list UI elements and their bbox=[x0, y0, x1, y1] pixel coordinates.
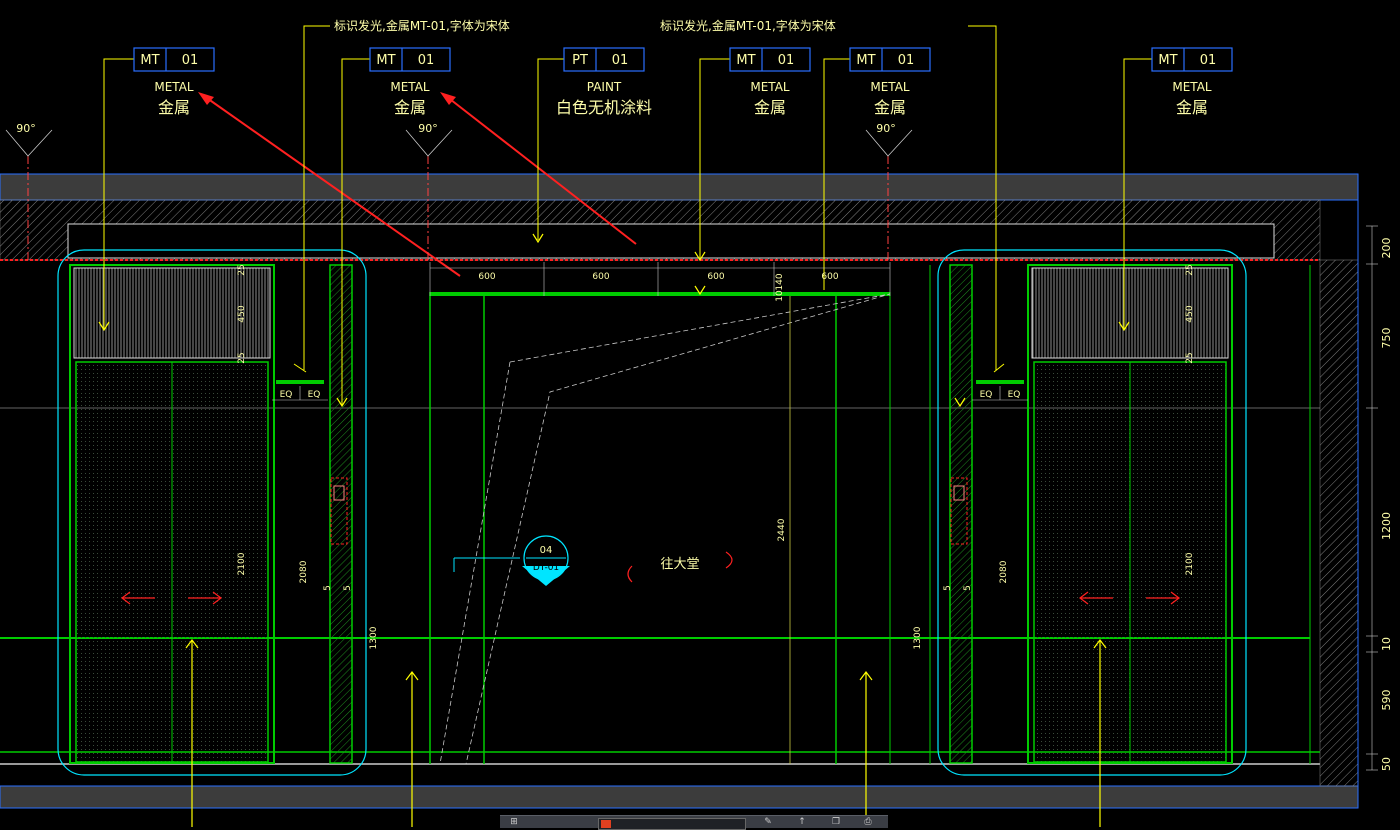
tag-en: METAL bbox=[390, 80, 430, 94]
tag-en: METAL bbox=[870, 80, 910, 94]
angle-label: 90° bbox=[16, 122, 36, 135]
dim-600: 600 bbox=[478, 272, 495, 282]
tag-en: METAL bbox=[154, 80, 194, 94]
angle-label: 90° bbox=[418, 122, 438, 135]
dim-5: 5 bbox=[343, 585, 353, 591]
dim-2100: 2100 bbox=[237, 552, 247, 575]
command-toolbar[interactable]: ⊞ ✎ ↑ ❐ ⎙ bbox=[500, 815, 888, 830]
eq-label: EQ bbox=[308, 390, 321, 400]
dim-450: 450 bbox=[1185, 305, 1195, 322]
note-right: 标识发光,金属MT-01,字体为宋体 bbox=[660, 18, 836, 33]
ceiling-band bbox=[0, 173, 1359, 201]
tag-cn: 金属 bbox=[754, 98, 786, 117]
dim-600: 600 bbox=[707, 272, 724, 282]
door-tag-bottom: DT-01 bbox=[533, 563, 559, 573]
tag-code: MT bbox=[376, 53, 395, 68]
signage-bar bbox=[276, 380, 324, 384]
ladder-dim: 590 bbox=[1380, 690, 1393, 711]
door-swing-dashed bbox=[465, 293, 891, 765]
print-icon[interactable]: ⎙ bbox=[862, 817, 874, 827]
tag-cn: 金属 bbox=[874, 98, 906, 117]
tag-code: MT bbox=[856, 53, 875, 68]
signage-bar bbox=[976, 380, 1024, 384]
tag-code: PT bbox=[572, 53, 588, 68]
tag-num: 01 bbox=[418, 53, 435, 68]
jamb-panel bbox=[949, 264, 973, 764]
dim-25: 25 bbox=[237, 264, 247, 275]
dim-5: 5 bbox=[323, 585, 333, 591]
tag-code: MT bbox=[736, 53, 755, 68]
dim-450: 450 bbox=[237, 305, 247, 322]
cad-drawing-canvas[interactable]: 标识发光,金属MT-01,字体为宋体 标识发光,金属MT-01,字体为宋体 MT… bbox=[0, 0, 1400, 827]
angle-label: 90° bbox=[876, 122, 896, 135]
dim-5: 5 bbox=[943, 585, 953, 591]
edit-icon[interactable]: ✎ bbox=[762, 817, 774, 827]
tag-num: 01 bbox=[778, 53, 795, 68]
dim-5: 5 bbox=[963, 585, 973, 591]
door-tag-top: 04 bbox=[540, 545, 553, 556]
right-ladder bbox=[1366, 225, 1378, 771]
dim-25: 25 bbox=[237, 352, 247, 363]
lobby-label: 往大堂 bbox=[660, 557, 699, 572]
ladder-dim: 50 bbox=[1380, 757, 1393, 771]
eq-label: EQ bbox=[980, 390, 993, 400]
layer-dropdown[interactable] bbox=[598, 818, 746, 830]
dim-2080: 2080 bbox=[299, 560, 309, 583]
tag-num: 01 bbox=[1200, 53, 1217, 68]
tag-en: METAL bbox=[1172, 80, 1212, 94]
note-left: 标识发光,金属MT-01,字体为宋体 bbox=[334, 18, 510, 33]
door-swing-dashed bbox=[439, 361, 511, 765]
tag-num: 01 bbox=[182, 53, 199, 68]
dim-600: 600 bbox=[821, 272, 838, 282]
eq-label: EQ bbox=[1008, 390, 1021, 400]
tag-en: METAL bbox=[750, 80, 790, 94]
tag-num: 01 bbox=[898, 53, 915, 68]
tag-cn: 金属 bbox=[394, 98, 426, 117]
eq-dims bbox=[272, 386, 1028, 401]
ladder-dim: 1200 bbox=[1380, 512, 1393, 540]
up-icon[interactable]: ↑ bbox=[796, 817, 808, 827]
jamb-panel bbox=[329, 264, 353, 764]
red-arrowhead bbox=[198, 92, 214, 105]
dim-10: 10 bbox=[775, 290, 785, 302]
ladder-dim: 10 bbox=[1380, 637, 1393, 651]
tag-cn: 金属 bbox=[158, 98, 190, 117]
dim-600: 600 bbox=[592, 272, 609, 282]
lobby-arrow-left bbox=[627, 565, 633, 583]
ceiling-inner bbox=[67, 223, 1275, 259]
ladder-dim: 750 bbox=[1380, 328, 1393, 349]
lobby-arrow-right bbox=[725, 551, 733, 569]
layer-icon[interactable]: ⊞ bbox=[508, 817, 520, 827]
opening-header bbox=[430, 292, 890, 296]
eq-label: EQ bbox=[280, 390, 293, 400]
dim-1300: 1300 bbox=[369, 626, 379, 649]
dim-1300: 1300 bbox=[913, 626, 923, 649]
dim-25: 25 bbox=[1185, 264, 1195, 275]
tag-en: PAINT bbox=[587, 80, 622, 94]
elevator-header-panel bbox=[1031, 267, 1229, 359]
floor-band bbox=[0, 785, 1359, 809]
angle-fans bbox=[5, 129, 913, 157]
tag-cn: 白色无机涂料 bbox=[556, 98, 652, 117]
copy-icon[interactable]: ❐ bbox=[830, 817, 842, 827]
dim-2080: 2080 bbox=[999, 560, 1009, 583]
dim-2440: 2440 bbox=[777, 518, 787, 541]
dim-2100: 2100 bbox=[1185, 552, 1195, 575]
right-wall-hatch bbox=[1319, 259, 1359, 787]
dim-140: 140 bbox=[775, 273, 785, 290]
tag-cn: 金属 bbox=[1176, 98, 1208, 117]
ladder-dim: 200 bbox=[1380, 238, 1393, 259]
tag-code: MT bbox=[1158, 53, 1177, 68]
tag-num: 01 bbox=[612, 53, 629, 68]
dim-25: 25 bbox=[1185, 352, 1195, 363]
tag-boxes bbox=[133, 47, 1233, 72]
tag-code: MT bbox=[140, 53, 159, 68]
right-elevator bbox=[937, 249, 1247, 776]
